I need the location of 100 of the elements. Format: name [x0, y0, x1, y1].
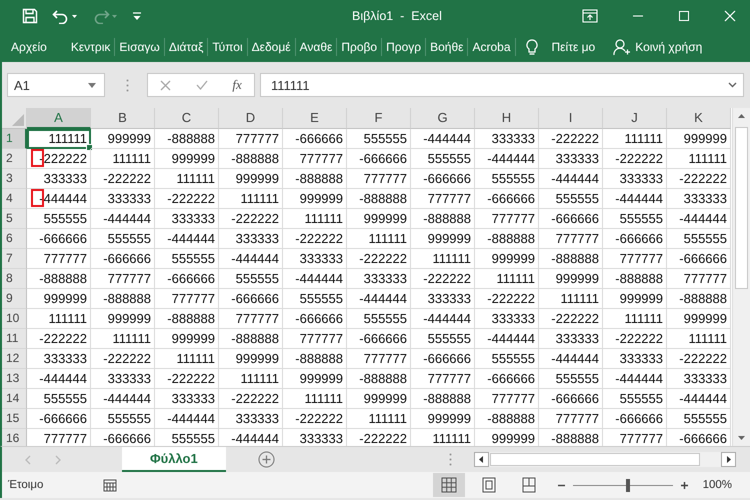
table-cell: 999999 — [283, 189, 347, 209]
table-cell: 111111 — [91, 149, 155, 169]
table-cell: -666666 — [283, 309, 347, 329]
table-cell: -444444 — [283, 269, 347, 289]
column-header[interactable]: B — [91, 108, 155, 129]
column-header[interactable]: J — [603, 108, 667, 129]
fill-handle[interactable] — [86, 144, 93, 151]
column-header[interactable]: F — [347, 108, 411, 129]
scroll-thumb[interactable] — [490, 453, 700, 466]
add-sheet-icon[interactable] — [258, 451, 275, 468]
ribbon-tab[interactable]: Acroba — [468, 40, 515, 54]
row-header[interactable]: 9 — [2, 289, 27, 309]
ribbon-tab[interactable]: Κεντρικ — [66, 40, 114, 54]
table-cell: -888888 — [155, 129, 219, 149]
dropdown-icon[interactable] — [88, 82, 96, 88]
column-header[interactable]: D — [219, 108, 283, 129]
row-header[interactable]: 1 — [2, 129, 27, 149]
table-cell: -888888 — [155, 309, 219, 329]
table-cell: -888888 — [475, 409, 539, 429]
table-cell: 333333 — [475, 309, 539, 329]
table-cell: 555555 — [539, 369, 603, 389]
zoom-level[interactable]: 100% — [702, 479, 732, 491]
ribbon-tab[interactable]: Αρχείο — [0, 40, 67, 54]
table-cell: 555555 — [347, 309, 411, 329]
name-box[interactable]: A1 — [7, 73, 105, 97]
row-header[interactable]: 3 — [2, 169, 27, 189]
share-person-icon[interactable] — [613, 38, 632, 56]
row-header[interactable]: 6 — [2, 229, 27, 249]
table-cell: 777777 — [347, 169, 411, 189]
grip-icon — [126, 78, 129, 92]
ribbon-tab[interactable]: Δεδομέ — [248, 40, 295, 54]
ribbon-tab[interactable]: Τύποι — [208, 40, 247, 54]
customize-icon[interactable] — [132, 11, 142, 21]
ribbon-tab[interactable]: Διάταξ — [164, 40, 208, 54]
tell-me-field[interactable]: Πείτε μο — [552, 40, 596, 54]
zoom-in-icon[interactable] — [680, 480, 689, 490]
table-cell: -888888 — [411, 389, 475, 409]
column-header[interactable]: K — [667, 108, 731, 129]
table-cell: -888888 — [27, 269, 91, 289]
ribbon-tab[interactable]: Αναθε — [296, 40, 336, 54]
row-header[interactable]: 11 — [2, 329, 27, 349]
row-header[interactable]: 2 — [2, 149, 27, 169]
table-cell: 111111 — [219, 369, 283, 389]
maximize-icon[interactable] — [678, 10, 690, 22]
row-header[interactable]: 4 — [2, 189, 27, 209]
table-cell: -666666 — [91, 249, 155, 269]
table-cell: -222222 — [283, 229, 347, 249]
table-cell: -666666 — [27, 229, 91, 249]
column-header[interactable]: C — [155, 108, 219, 129]
row-header[interactable]: 15 — [2, 409, 27, 429]
ribbon-tab[interactable]: Προβο — [337, 40, 382, 54]
table-cell: 111111 — [667, 329, 731, 349]
formula-field[interactable]: 111111 — [260, 73, 744, 97]
scroll-thumb[interactable] — [735, 127, 748, 289]
ribbon-display-icon[interactable] — [582, 9, 598, 23]
table-cell: 555555 — [475, 169, 539, 189]
expand-icon[interactable] — [728, 82, 737, 88]
close-icon[interactable] — [724, 10, 736, 22]
normal-view-icon[interactable] — [432, 473, 465, 497]
macro-recording-icon[interactable] — [103, 478, 118, 492]
table-cell: 555555 — [27, 209, 91, 229]
sheet-tab[interactable]: Φύλλο1 — [122, 447, 226, 472]
table-cell: 777777 — [475, 389, 539, 409]
table-cell: 777777 — [347, 349, 411, 369]
table-cell: -222222 — [91, 169, 155, 189]
row-header[interactable]: 12 — [2, 349, 27, 369]
ribbon-tab[interactable]: Προγρ — [382, 40, 426, 54]
save-icon[interactable] — [22, 8, 38, 24]
table-cell: -222222 — [347, 249, 411, 269]
table-cell: 999999 — [283, 369, 347, 389]
row-header[interactable]: 8 — [2, 269, 27, 289]
column-header[interactable]: H — [475, 108, 539, 129]
scroll-right-icon[interactable] — [721, 452, 736, 467]
undo-icon[interactable] — [52, 8, 78, 24]
ribbon-tab[interactable]: Βοήθε — [426, 40, 468, 54]
row-header[interactable]: 5 — [2, 209, 27, 229]
scroll-left-icon[interactable] — [474, 452, 489, 467]
table-cell: -888888 — [667, 289, 731, 309]
check-icon[interactable] — [196, 80, 208, 90]
table-cell: -888888 — [91, 289, 155, 309]
column-header[interactable]: E — [283, 108, 347, 129]
row-header[interactable]: 16 — [2, 429, 27, 446]
table-cell: -888888 — [219, 329, 283, 349]
insert-function-button[interactable]: fx — [232, 77, 242, 93]
column-header[interactable]: G — [411, 108, 475, 129]
table-cell: 999999 — [411, 229, 475, 249]
table-cell: 333333 — [155, 389, 219, 409]
zoom-slider[interactable] — [626, 478, 630, 492]
lightbulb-icon[interactable] — [526, 38, 538, 56]
ribbon-tab[interactable]: Εισαγω — [115, 40, 164, 54]
share-button[interactable]: Κοινή χρήση — [613, 38, 702, 56]
table-cell: 333333 — [347, 269, 411, 289]
table-cell: -666666 — [283, 129, 347, 149]
row-header[interactable]: 14 — [2, 389, 27, 409]
column-header[interactable]: I — [539, 108, 603, 129]
row-header[interactable]: 10 — [2, 309, 27, 329]
row-header[interactable]: 7 — [2, 249, 27, 269]
column-header[interactable]: A — [27, 108, 91, 129]
row-header[interactable]: 13 — [2, 369, 27, 389]
table-cell: -444444 — [667, 209, 731, 229]
